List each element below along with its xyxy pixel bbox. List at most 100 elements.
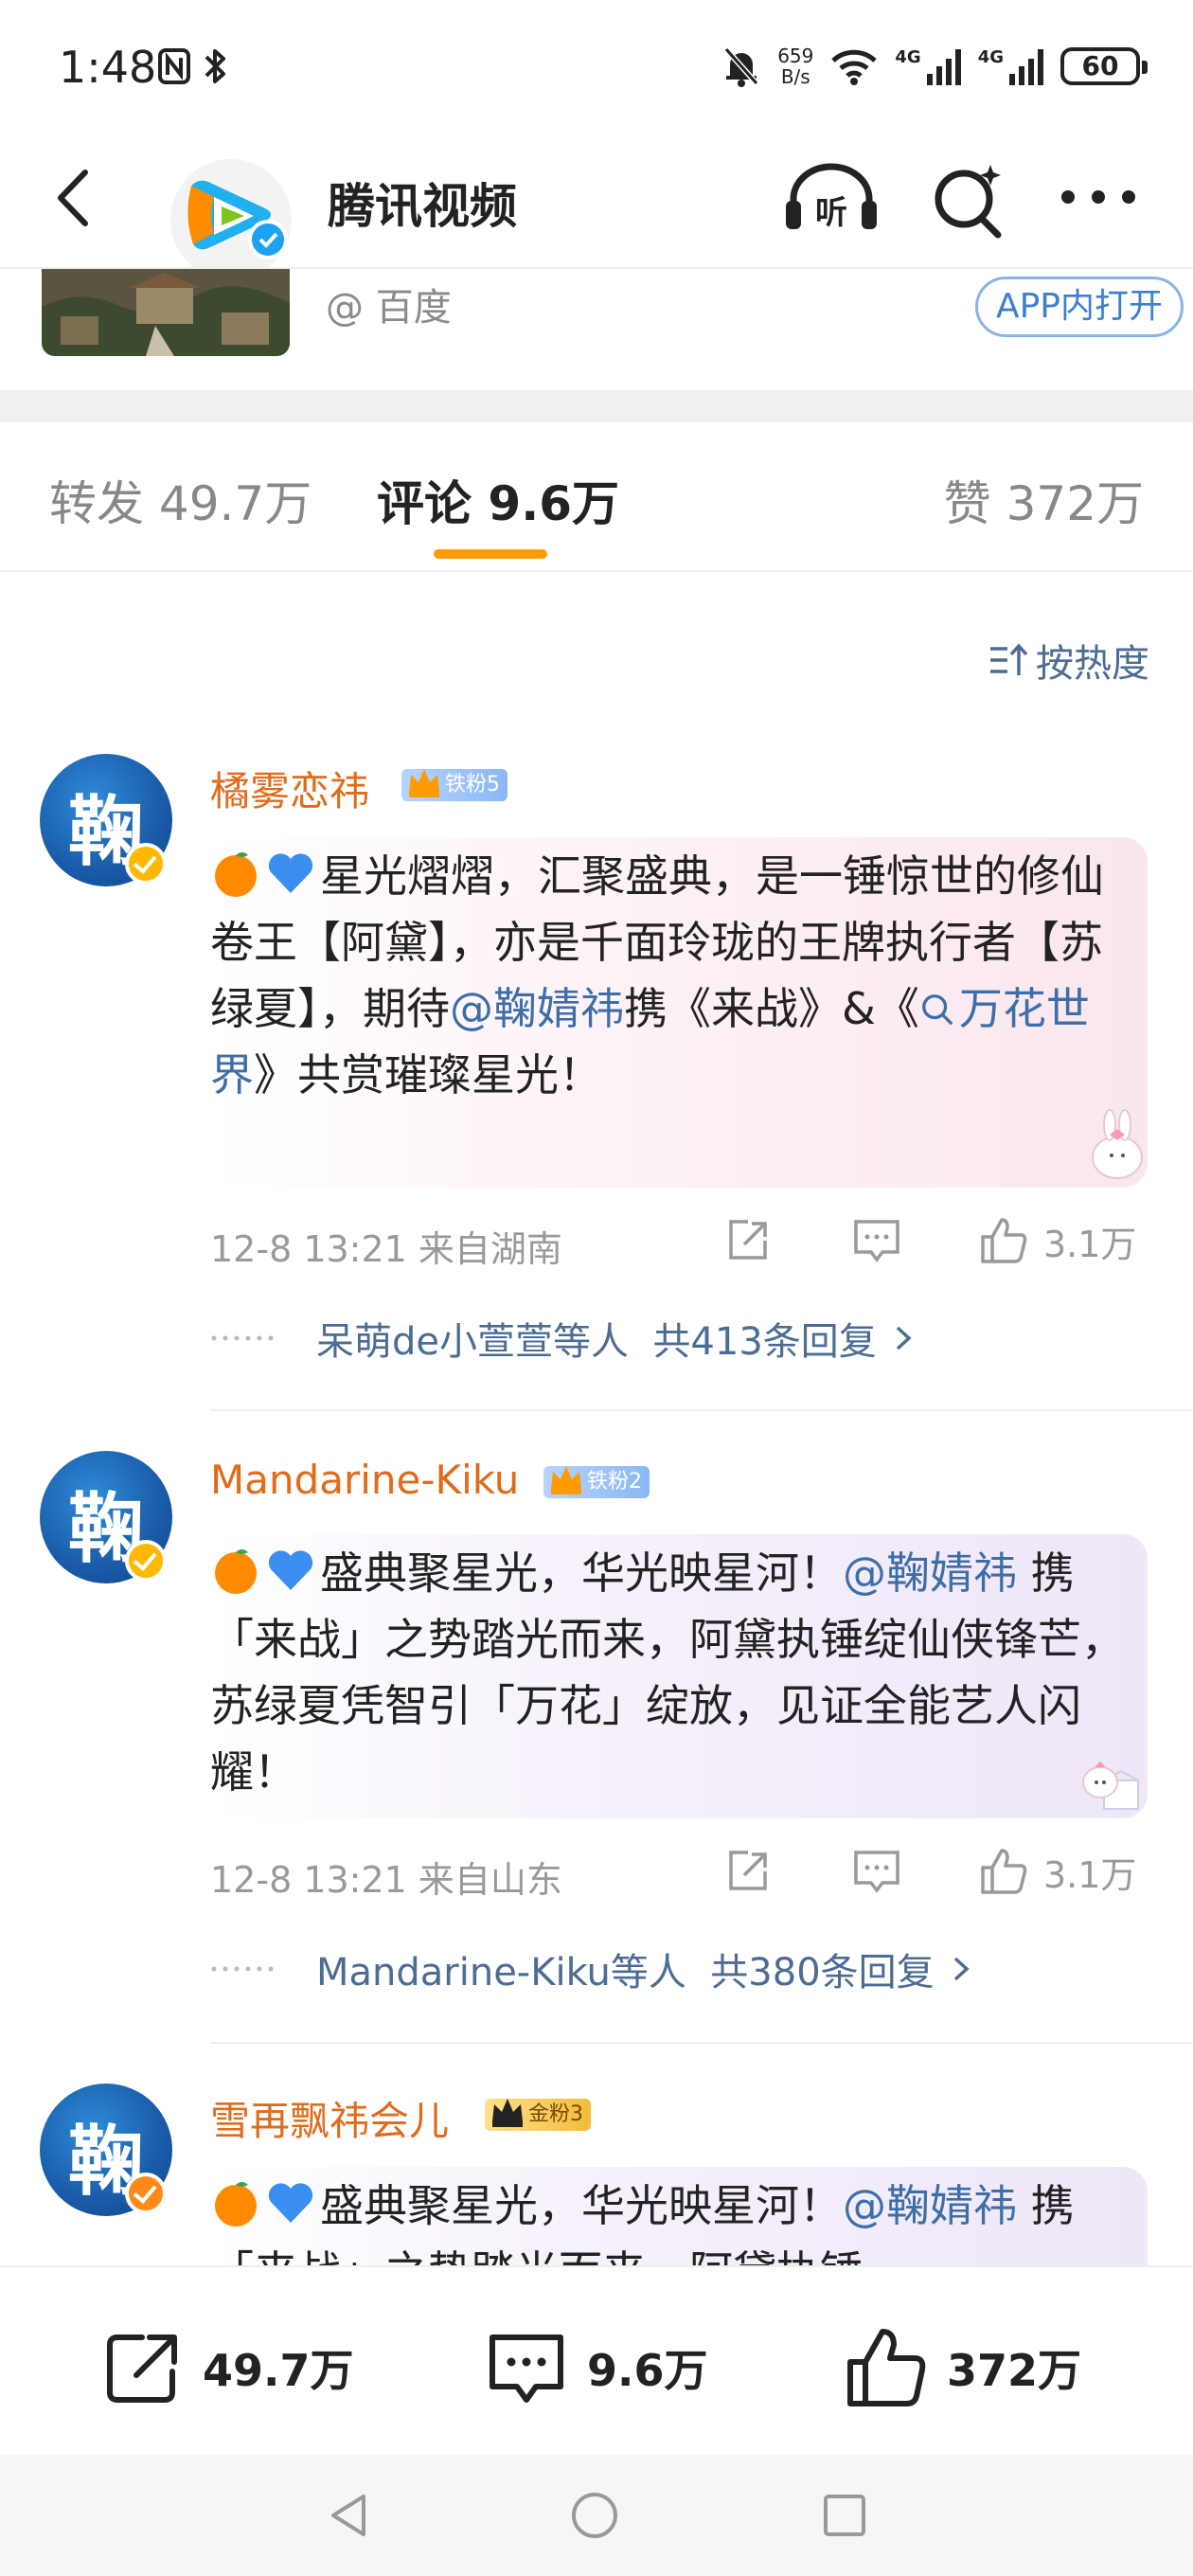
commenter-name[interactable]: 橘雾恋祎 [210, 760, 369, 817]
bunny-gift-sticker-icon [1082, 1762, 1139, 1810]
comment-item: 鞠 橘雾恋祎 铁粉5 星光熠熠，汇聚盛典，是一锤惊世的修仙卷王【阿黛】，亦是千面… [0, 754, 1193, 1417]
replies-users: 呆萌de小萱萱等人 [316, 1320, 629, 1364]
blue-heart-emoji-icon [268, 853, 313, 893]
link-card[interactable]: @ 百度 APP内打开 [0, 267, 1193, 390]
like-button[interactable]: 3.1万 [977, 1214, 1136, 1267]
comment-text-part: 盛典聚星光，华光映星河！ [320, 2180, 843, 2231]
crown-icon [551, 1466, 581, 1494]
chevron-right-icon [896, 1326, 912, 1351]
net-speed-unit: B/s [780, 65, 810, 88]
card-thumbnail [42, 269, 290, 356]
replies-users: Mandarine-Kiku等人 [316, 1951, 686, 1995]
comment-item: 鞠 雪再飘祎会儿 金粉3 盛典聚星光，华光映星河！@鞠婧祎 携「来战」之势踏光而… [0, 2084, 1193, 2265]
comment-count: 9.6万 [587, 2345, 708, 2396]
nav-back-icon[interactable] [322, 2489, 375, 2542]
thumbs-up-icon [981, 1849, 1027, 1894]
replies-link[interactable]: Mandarine-Kiku等人 共380条回复 [210, 1941, 972, 1996]
search-icon[interactable] [928, 161, 1007, 241]
system-navigation-bar [0, 2455, 1193, 2576]
status-bar: 1:48 659 B/s 4G 4G 60 [0, 0, 1193, 133]
comment-item: 鞠 Mandarine-Kiku 铁粉2 盛典聚星光，华光映星河！@鞠婧祎 携「… [0, 1451, 1193, 2048]
active-tab-indicator [434, 549, 547, 559]
page-header: 腾讯视频 听 [0, 133, 1193, 280]
commenter-name[interactable]: 雪再飘祎会儿 [210, 2089, 449, 2147]
nfc-icon [158, 48, 190, 84]
open-in-app-button[interactable]: APP内打开 [975, 277, 1184, 337]
verified-badge [125, 1540, 167, 1582]
net-speed-value: 659 [777, 45, 814, 67]
fan-badge-label: 铁粉2 [587, 1470, 642, 1494]
verified-badge [248, 220, 288, 259]
verified-badge [125, 2173, 167, 2214]
mention-link[interactable]: @鞠婧祎 [843, 1547, 1017, 1599]
chevron-right-icon [953, 1957, 970, 1981]
search-icon [921, 994, 953, 1026]
signal-sim1: 4G [895, 47, 961, 85]
like-count: 372万 [947, 2345, 1082, 2396]
tab-comment[interactable]: 评论 9.6万 [377, 466, 619, 534]
mute-bell-icon [723, 47, 759, 87]
sort-label: 按热度 [1036, 642, 1149, 686]
nav-recents-icon[interactable] [818, 2489, 871, 2542]
like-count: 3.1万 [1043, 1223, 1137, 1265]
mention-link[interactable]: @鞠婧祎 [450, 983, 624, 1034]
temple-photo [42, 269, 290, 356]
more-icon[interactable] [1059, 188, 1138, 206]
comment-text: 星光熠熠，汇聚盛典，是一锤惊世的修仙卷王【阿黛】，亦是千面玲珑的王牌执行者【苏绿… [210, 843, 1136, 1108]
sort-icon [990, 643, 1028, 675]
bottom-action-bar: 49.7万 9.6万 372万 [0, 2265, 1193, 2455]
like-button[interactable]: 3.1万 [977, 1845, 1136, 1898]
comment-bubble: 星光熠熠，汇聚盛典，是一锤惊世的修仙卷王【阿黛】，亦是千面玲珑的王牌执行者【苏绿… [210, 837, 1148, 1188]
fan-badge-label: 铁粉5 [445, 773, 500, 796]
comment-text-part: 携《来战》&《 [624, 983, 919, 1034]
thumbs-up-icon [847, 2329, 926, 2406]
replies-count: 共380条回复 [710, 1951, 935, 1995]
comment-bubble: 盛典聚星光，华光映星河！@鞠婧祎 携「来战」之势踏光而来，阿黛执锤 [210, 2167, 1148, 2265]
mention-link[interactable]: @鞠婧祎 [843, 2180, 1017, 2231]
comment-text-part: 盛典聚星光，华光映星河！ [320, 1547, 843, 1599]
replies-link[interactable]: 呆萌de小萱萱等人 共413条回复 [210, 1311, 915, 1366]
comment-icon [854, 1220, 899, 1262]
bluetooth-icon [205, 49, 225, 83]
commenter-name[interactable]: Mandarine-Kiku [210, 1457, 519, 1503]
back-icon[interactable] [44, 165, 110, 231]
replies-count: 共413条回复 [652, 1320, 877, 1364]
bunny-sticker-icon [1092, 1109, 1143, 1179]
comment-text: 盛典聚星光，华光映星河！@鞠婧祎 携「来战」之势踏光而来，阿黛执锤绽仙侠锋芒，苏… [210, 1540, 1136, 1805]
repost-count: 49.7万 [203, 2345, 354, 2396]
comment-text-part: 》共赏璀璨星光！ [254, 1049, 602, 1100]
fan-badge: 铁粉2 [543, 1466, 650, 1498]
comment-divider [210, 1409, 1193, 1411]
tab-like[interactable]: 赞 372万 [944, 466, 1144, 534]
share-button[interactable] [721, 1845, 775, 1898]
orange-emoji-icon [215, 852, 257, 897]
share-button[interactable] [721, 1214, 775, 1267]
orange-emoji-icon [215, 1549, 257, 1594]
battery-indicator: 60 [1060, 47, 1148, 85]
listen-icon[interactable]: 听 [782, 159, 881, 235]
net-speed: 659 B/s [777, 45, 813, 87]
comment-icon [490, 2334, 563, 2403]
comment-button[interactable]: 9.6万 [483, 2324, 708, 2411]
reply-button[interactable] [850, 1845, 903, 1898]
sort-button[interactable]: 按热度 [988, 633, 1149, 688]
orange-emoji-icon [215, 2182, 257, 2227]
like-post-button[interactable]: 372万 [843, 2324, 1081, 2411]
verified-badge [125, 843, 167, 885]
nav-home-icon[interactable] [568, 2489, 621, 2542]
reply-button[interactable] [850, 1214, 903, 1267]
comment-divider [210, 2042, 1193, 2044]
page-title[interactable]: 腾讯视频 [328, 169, 517, 237]
comment-meta: 12-8 13:21 来自山东 [210, 1859, 562, 1901]
tab-repost[interactable]: 转发 49.7万 [49, 466, 312, 534]
sim1-label: 4G [895, 47, 921, 67]
status-time: 1:48 [59, 42, 157, 93]
repost-button[interactable]: 49.7万 [98, 2324, 354, 2411]
interaction-tabs: 转发 49.7万 评论 9.6万 赞 372万 [0, 422, 1193, 572]
blue-heart-emoji-icon [268, 1550, 313, 1590]
comment-text: 盛典聚星光，华光映星河！@鞠婧祎 携「来战」之势踏光而来，阿黛执锤 [210, 2173, 1136, 2265]
comment-meta: 12-8 13:21 来自湖南 [210, 1228, 562, 1270]
blue-heart-emoji-icon [268, 2183, 313, 2223]
signal-sim2: 4G [978, 47, 1043, 85]
share-icon [107, 2334, 177, 2403]
